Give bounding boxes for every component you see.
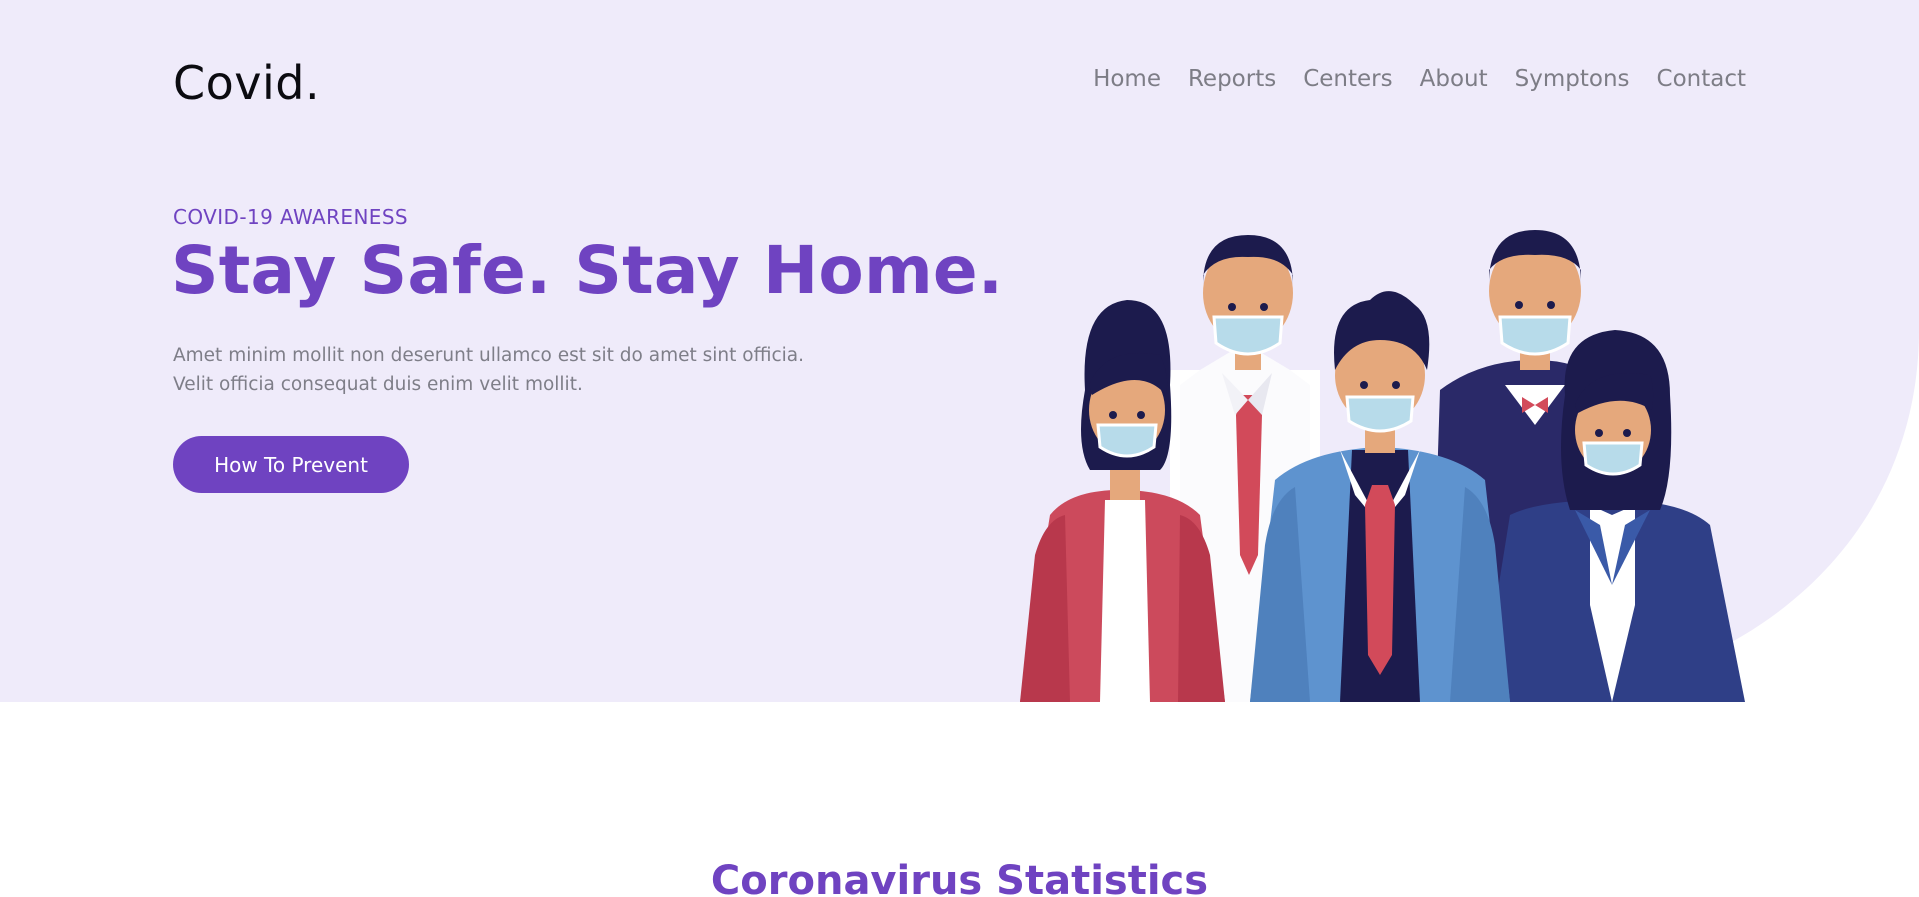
nav-item-home[interactable]: Home <box>1093 66 1161 92</box>
hero-description-line-2: Velit officia consequat duis enim velit … <box>173 374 583 395</box>
hero-headline: Stay Safe. Stay Home. <box>171 232 1004 309</box>
nav-item-contact[interactable]: Contact <box>1657 66 1746 92</box>
hero-description: Amet minim mollit non deserunt ullamco e… <box>173 341 804 399</box>
hero-eyebrow: COVID-19 AWARENESS <box>173 205 409 229</box>
nav-item-centers[interactable]: Centers <box>1303 66 1392 92</box>
nav-item-symptons[interactable]: Symptons <box>1515 66 1630 92</box>
masked-people-illustration <box>1020 230 1745 702</box>
landing-page: Covid. Home Reports Centers About Sympto… <box>0 0 1919 897</box>
how-to-prevent-button[interactable]: How To Prevent <box>173 436 409 493</box>
site-logo[interactable]: Covid. <box>173 56 320 110</box>
nav-item-reports[interactable]: Reports <box>1188 66 1276 92</box>
main-nav: Home Reports Centers About Symptons Cont… <box>1093 66 1746 92</box>
hero-description-line-1: Amet minim mollit non deserunt ullamco e… <box>173 345 804 366</box>
hero-section: Covid. Home Reports Centers About Sympto… <box>0 0 1919 702</box>
statistics-section-title: Coronavirus Statistics <box>710 858 1209 897</box>
person-front-center <box>1250 291 1510 702</box>
nav-item-about[interactable]: About <box>1420 66 1488 92</box>
